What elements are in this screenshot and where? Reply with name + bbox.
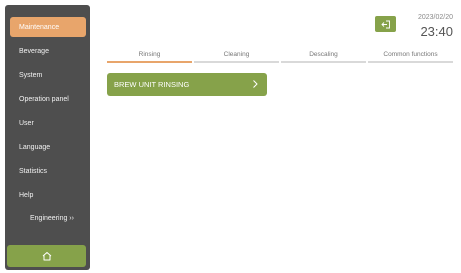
- sidebar-item-label: Statistics: [19, 167, 48, 175]
- tab-underline: [281, 61, 366, 63]
- sidebar-item-beverage[interactable]: Beverage: [10, 41, 86, 61]
- home-icon: [42, 252, 51, 261]
- tab-descaling[interactable]: Descaling: [281, 46, 366, 62]
- screen: Maintenance Beverage System Operation pa…: [0, 0, 461, 273]
- sidebar-item-label: Engineering ››: [30, 214, 74, 222]
- action-label: BREW UNIT RINSING: [114, 80, 190, 89]
- tab-underline: [194, 61, 279, 63]
- sidebar-item-label: System: [19, 71, 43, 79]
- sidebar-item-help[interactable]: Help: [10, 185, 86, 205]
- sidebar-item-language[interactable]: Language: [10, 137, 86, 157]
- logout-button[interactable]: [375, 16, 396, 32]
- tab-underline: [368, 61, 453, 63]
- sidebar-item-engineering[interactable]: Engineering ››: [20, 208, 90, 228]
- sidebar-item-label: Operation panel: [19, 95, 69, 103]
- tab-rinsing[interactable]: Rinsing: [107, 46, 192, 62]
- sidebar-item-user[interactable]: User: [10, 113, 86, 133]
- sidebar-item-operation-panel[interactable]: Operation panel: [10, 89, 86, 109]
- sidebar-item-label: User: [19, 119, 34, 127]
- tab-common-functions[interactable]: Common functions: [368, 46, 453, 62]
- time-display: 23:40: [420, 24, 453, 39]
- sidebar-item-statistics[interactable]: Statistics: [10, 161, 86, 181]
- sidebar-item-label: Help: [19, 191, 34, 199]
- tab-label: Descaling: [309, 50, 338, 58]
- tab-label: Rinsing: [138, 50, 161, 58]
- brew-unit-rinsing-button[interactable]: BREW UNIT RINSING: [107, 73, 267, 96]
- date-display: 2023/02/20: [417, 14, 453, 21]
- home-button[interactable]: [7, 245, 86, 267]
- sidebar-item-maintenance[interactable]: Maintenance: [10, 17, 86, 37]
- tab-cleaning[interactable]: Cleaning: [194, 46, 279, 62]
- tab-underline-active: [107, 61, 192, 63]
- logout-icon: [380, 20, 390, 28]
- chevron-right-icon: [253, 80, 258, 88]
- sidebar-item-label: Language: [19, 143, 51, 151]
- sidebar-item-label: Beverage: [19, 47, 49, 55]
- tab-label: Common functions: [383, 50, 438, 58]
- sidebar-item-system[interactable]: System: [10, 65, 86, 85]
- sidebar-item-label: Maintenance: [19, 23, 60, 31]
- sidebar: Maintenance Beverage System Operation pa…: [5, 5, 90, 270]
- tab-label: Cleaning: [223, 50, 250, 58]
